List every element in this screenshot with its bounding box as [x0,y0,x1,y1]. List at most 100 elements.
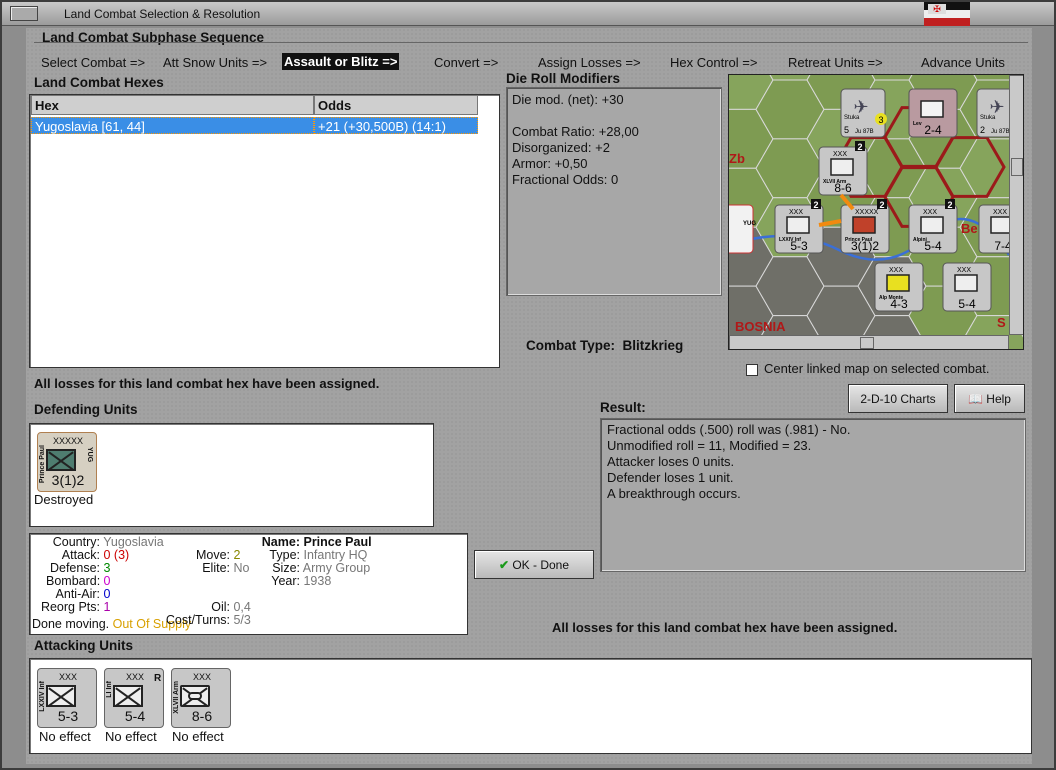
help-book-icon: 📖 [968,392,983,406]
combat-type-label: Combat Type: [526,338,616,353]
map-label-be: Be [961,221,978,236]
losses-message-bottom: All losses for this land combat hex have… [552,620,898,635]
step-att-snow: Att Snow Units => [163,55,268,70]
map-counter-value: 5-4 [958,297,976,311]
help-button[interactable]: 📖 Help [954,384,1025,413]
map-counter-value: 2-4 [924,123,942,137]
mod-net: Die mod. (net): +30 [512,92,624,107]
attacker-counter-1[interactable]: XXX LXXIV Inf 5-3 [37,668,97,728]
map-counter-value: 5-3 [790,239,808,253]
map-vscroll[interactable] [1009,75,1023,335]
attacker-1-value: 5-3 [57,708,79,724]
attacker-2-badge: R [154,673,162,684]
attacker-2-name: LI Inf [106,681,113,698]
attacker-3-status: No effect [172,729,224,744]
stack-count: 2 [879,200,884,210]
unit-symbol [920,216,944,234]
map-counter-value: 8-6 [834,181,852,195]
unit-symbol [830,158,854,176]
center-map-checkbox[interactable] [746,364,758,376]
linked-map[interactable]: BOSNIA Zb Be S XXX LXXIV Inf 5-3 2 XXXXX Prince P… [728,74,1024,350]
mod-disorganized: Disorganized: +2 [512,140,610,155]
mod-armor: Armor: +0,50 [512,156,588,171]
result-line-1: Fractional odds (.500) roll was (.981) -… [607,422,851,437]
window-title: Land Combat Selection & Resolution [64,7,261,21]
hex-row-hex[interactable]: Yugoslavia [61, 44] [31,117,314,134]
combat-window: Land Combat Selection & Resolution ✠ Lan… [0,0,1056,770]
map-counter-partial[interactable] [729,204,754,254]
result-panel: Fractional odds (.500) roll was (.981) -… [600,418,1026,572]
attacker-3-size: XXX [192,672,211,682]
stack-count: 2 [857,142,862,152]
attacker-2-status: No effect [105,729,157,744]
unit-symbol [954,274,978,292]
attacker-counter-3[interactable]: XXX XLVII Arm 8-6 [171,668,231,728]
defender-status: Destroyed [34,492,94,507]
map-counter-size: XXX [833,151,847,158]
unit-symbol [852,216,876,234]
german-flag-icon: ✠ [924,2,970,26]
result-line-5: A breakthrough occurs. [607,486,741,501]
col-hex[interactable]: Hex [31,95,314,115]
unit-symbol [886,274,910,292]
step-assault-blitz: Assault or Blitz => [282,53,400,70]
plane-icon: ✈ [853,97,868,117]
result-line-3: Attacker loses 0 units. [607,454,735,469]
map-counter-size: XXXXX [855,209,879,216]
defending-heading: Defending Units [34,402,138,417]
result-line-2: Unmodified roll = 11, Modified = 23. [607,438,812,453]
attacker-counter-2[interactable]: XXX LI Inf R 5-4 [104,668,164,728]
air-name: Stuka [980,115,996,121]
step-select-combat: Select Combat => [41,55,146,70]
step-hex-control: Hex Control => [670,55,758,70]
map-counter-value: 5-4 [924,239,942,253]
attacker-1-size: XXX [58,672,77,682]
stack-count: 2 [947,200,952,210]
map-hscroll-thumb[interactable] [860,337,874,349]
map-label-bosnia: BOSNIA [735,319,786,334]
details-right: Name: Prince Paul Type: Infantry HQ Size… [261,535,372,588]
mod-ratio: Combat Ratio: +28,00 [512,124,639,139]
map-counter-size: XXX [789,209,803,216]
sequence-bar: Select Combat => Att Snow Units => Assau… [34,42,1028,72]
air-name: Stuka [844,115,860,121]
air-value: 5 [844,125,849,135]
details-left: Country: Yugoslavia Attack: 0 (3) Defens… [40,535,164,614]
modifiers-panel: Die mod. (net): +30 Combat Ratio: +28,00… [506,87,722,296]
infantry-hq-icon [46,449,76,471]
unit-symbol [786,216,810,234]
plane-icon: ✈ [989,97,1004,117]
hex-row-odds[interactable]: +21 (+30,500B) (14:1) [314,117,478,134]
attacker-2-value: 5-4 [124,708,146,724]
map-counter-size: XXX [957,267,971,274]
defender-size: XXXXX [52,436,83,446]
defender-counter[interactable]: XXXXX Prince Paul YUG 3(1)2 [37,432,97,492]
center-map-label: Center linked map on selected combat. [764,361,990,376]
map-counter-size: XXX [889,267,903,274]
defender-nation: YUG [86,447,93,463]
modifiers-heading: Die Roll Modifiers [506,71,621,86]
system-menu-button[interactable] [10,6,38,21]
attacking-heading: Attacking Units [34,638,134,653]
unit-symbol [920,100,944,118]
ok-done-button[interactable]: ✔ OK - Done [474,550,594,579]
unit-details: Country: Yugoslavia Attack: 0 (3) Defens… [29,533,468,635]
result-line-4: Defender loses 1 unit. [607,470,734,485]
attacker-3-value: 8-6 [191,708,213,724]
defending-list: XXXXX Prince Paul YUG 3(1)2 Destroyed [29,423,434,527]
defender-value: 3(1)2 [51,472,85,488]
map-vscroll-thumb[interactable] [1011,158,1023,176]
air-value: 2 [980,125,985,135]
hexes-list[interactable]: Hex Odds Yugoslavia [61, 44] +21 (+30,50… [29,94,500,368]
details-mid: Move: 2 Elite: No Oil: 0,4 Cost/Turns: 5… [165,548,251,627]
map-hscroll[interactable] [729,335,1009,349]
col-odds[interactable]: Odds [314,95,478,115]
cross-icon: ✠ [928,4,946,14]
map-counter-value: 3(1)2 [851,239,879,253]
charts-button[interactable]: 2-D-10 Charts [848,384,948,413]
air-type: Ju 87B [991,129,1010,135]
losses-message-top: All losses for this land combat hex have… [34,376,380,391]
step-retreat: Retreat Units => [788,55,883,70]
attacker-1-status: No effect [39,729,91,744]
help-label: Help [986,392,1011,406]
